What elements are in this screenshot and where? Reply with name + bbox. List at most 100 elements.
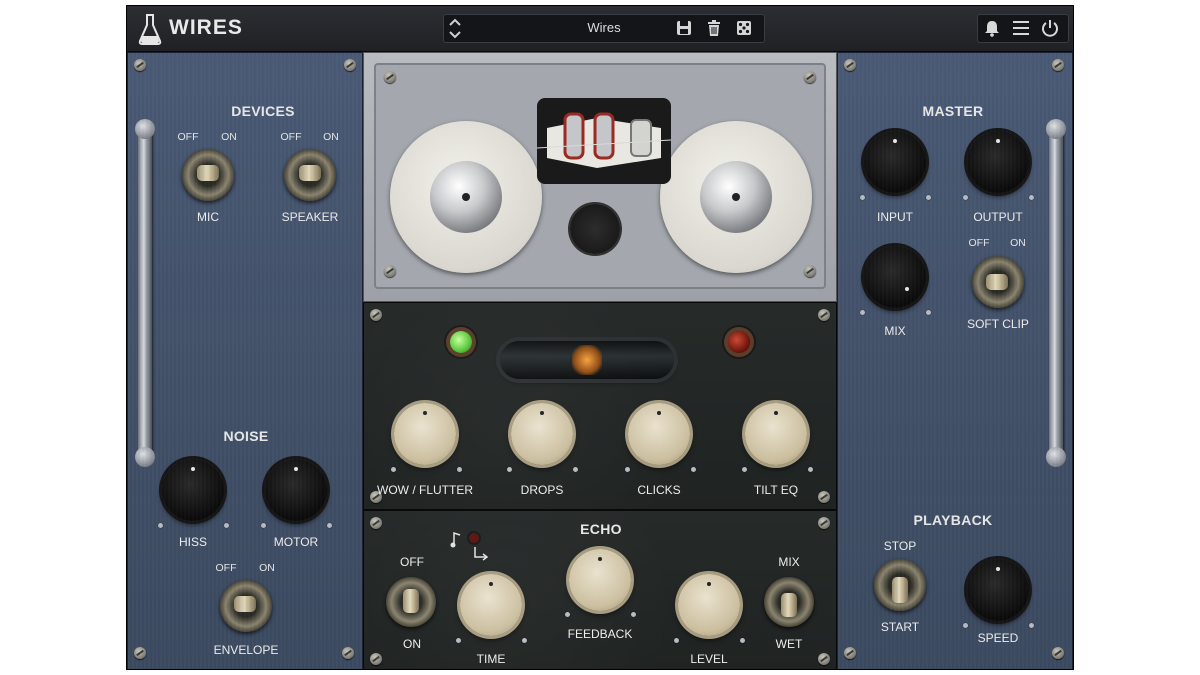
motor-max-dot bbox=[327, 523, 332, 528]
drops-knob[interactable] bbox=[511, 403, 573, 465]
echo-title: ECHO bbox=[580, 521, 622, 537]
output-max-dot bbox=[1029, 195, 1034, 200]
flask-logo-icon bbox=[138, 14, 162, 45]
screw bbox=[818, 653, 830, 665]
tube-glow bbox=[572, 345, 602, 375]
screw bbox=[370, 309, 382, 321]
red-status-lamp bbox=[728, 331, 750, 353]
drops-max-dot bbox=[573, 467, 578, 472]
output-knob[interactable] bbox=[967, 131, 1029, 193]
echo-panel: ECHO OFF ON TIME FEEDBACK LEVEL MIX WET bbox=[363, 510, 837, 669]
screw bbox=[844, 59, 856, 71]
wow-flutter-knob[interactable] bbox=[394, 403, 456, 465]
drops-min-dot bbox=[507, 467, 512, 472]
tape-heads-icon bbox=[536, 112, 672, 168]
motor-label: MOTOR bbox=[273, 535, 319, 549]
degrade-panel: WOW / FLUTTER DROPS CLICKS TILT EQ bbox=[363, 302, 837, 510]
time-min-dot bbox=[456, 638, 461, 643]
start-label: START bbox=[880, 620, 920, 634]
header-tools bbox=[977, 14, 1069, 43]
speed-knob[interactable] bbox=[967, 559, 1029, 621]
mix-knob[interactable] bbox=[864, 246, 926, 308]
master-title: MASTER bbox=[922, 103, 984, 119]
clicks-label: CLICKS bbox=[637, 483, 681, 497]
right-reel-hub bbox=[700, 161, 772, 233]
rack-handle bbox=[135, 119, 155, 467]
soft-clip-toggle[interactable] bbox=[972, 256, 1024, 308]
left-tape-reel bbox=[390, 121, 542, 273]
mic-off-label: OFF bbox=[177, 131, 199, 143]
speed-max-dot bbox=[1029, 623, 1034, 628]
mix-label: MIX bbox=[884, 324, 906, 338]
envelope-on-label: ON bbox=[259, 562, 275, 574]
hiss-knob[interactable] bbox=[162, 459, 224, 521]
soft-clip-label: SOFT CLIP bbox=[967, 317, 1029, 331]
speed-label: SPEED bbox=[977, 631, 1019, 645]
mic-toggle[interactable] bbox=[182, 149, 234, 201]
speaker-grill bbox=[570, 204, 620, 254]
screw bbox=[804, 71, 816, 83]
level-knob[interactable] bbox=[678, 574, 740, 636]
speaker-off-label: OFF bbox=[280, 131, 302, 143]
screw bbox=[804, 265, 816, 277]
playback-title: PLAYBACK bbox=[913, 512, 993, 528]
tape-machine bbox=[363, 52, 837, 302]
power-icon[interactable] bbox=[1040, 18, 1060, 38]
screw bbox=[818, 309, 830, 321]
mix-max-dot bbox=[926, 310, 931, 315]
note-sync-icon[interactable] bbox=[450, 529, 498, 565]
tilt-eq-knob[interactable] bbox=[745, 403, 807, 465]
tilt-max-dot bbox=[808, 467, 813, 472]
clicks-knob[interactable] bbox=[628, 403, 690, 465]
soft-clip-off-label: OFF bbox=[968, 237, 990, 249]
input-label: INPUT bbox=[877, 210, 913, 224]
wow-min-dot bbox=[391, 467, 396, 472]
left-panel: DEVICES OFF ON MIC OFF ON SPEAKER NOISE … bbox=[127, 52, 363, 669]
envelope-label: ENVELOPE bbox=[213, 643, 279, 657]
screw bbox=[818, 517, 830, 529]
echo-mix-label: MIX bbox=[778, 555, 800, 569]
app-title: WIRES bbox=[169, 16, 243, 39]
feedback-knob[interactable] bbox=[569, 549, 631, 611]
devices-title: DEVICES bbox=[231, 103, 295, 119]
echo-wet-label: WET bbox=[775, 637, 803, 651]
echo-on-toggle[interactable] bbox=[386, 577, 436, 627]
mic-label: MIC bbox=[197, 210, 219, 224]
motor-knob[interactable] bbox=[265, 459, 327, 521]
rack-handle bbox=[1046, 119, 1066, 467]
envelope-off-label: OFF bbox=[215, 562, 237, 574]
screw bbox=[1052, 59, 1064, 71]
stop-start-toggle[interactable] bbox=[874, 559, 926, 611]
preset-selector[interactable]: Wires bbox=[443, 14, 765, 43]
screw bbox=[1052, 647, 1064, 659]
hiss-label: HISS bbox=[178, 535, 207, 549]
clicks-max-dot bbox=[691, 467, 696, 472]
tape-deck-plate bbox=[374, 63, 826, 289]
wow-max-dot bbox=[457, 467, 462, 472]
trash-icon[interactable] bbox=[704, 18, 724, 38]
time-knob[interactable] bbox=[460, 574, 522, 636]
output-min-dot bbox=[963, 195, 968, 200]
tilt-eq-label: TILT EQ bbox=[753, 483, 799, 497]
hiss-min-dot bbox=[158, 523, 163, 528]
hiss-max-dot bbox=[224, 523, 229, 528]
wow-flutter-label: WOW / FLUTTER bbox=[377, 483, 473, 497]
bell-icon[interactable] bbox=[982, 18, 1002, 38]
speaker-toggle[interactable] bbox=[284, 149, 336, 201]
screw bbox=[370, 517, 382, 529]
level-label: LEVEL bbox=[690, 652, 728, 666]
echo-mix-wet-toggle[interactable] bbox=[764, 577, 814, 627]
feedback-label: FEEDBACK bbox=[567, 627, 633, 641]
dice-randomize-icon[interactable] bbox=[734, 18, 754, 38]
save-icon[interactable] bbox=[674, 18, 694, 38]
vacuum-tube-meter bbox=[500, 341, 674, 379]
input-knob[interactable] bbox=[864, 131, 926, 193]
screw bbox=[818, 491, 830, 503]
green-status-lamp bbox=[450, 331, 472, 353]
tilt-min-dot bbox=[742, 467, 747, 472]
menu-icon[interactable] bbox=[1011, 18, 1031, 38]
left-reel-hub bbox=[430, 161, 502, 233]
drops-label: DROPS bbox=[520, 483, 564, 497]
envelope-toggle[interactable] bbox=[220, 580, 272, 632]
screw bbox=[134, 59, 146, 71]
